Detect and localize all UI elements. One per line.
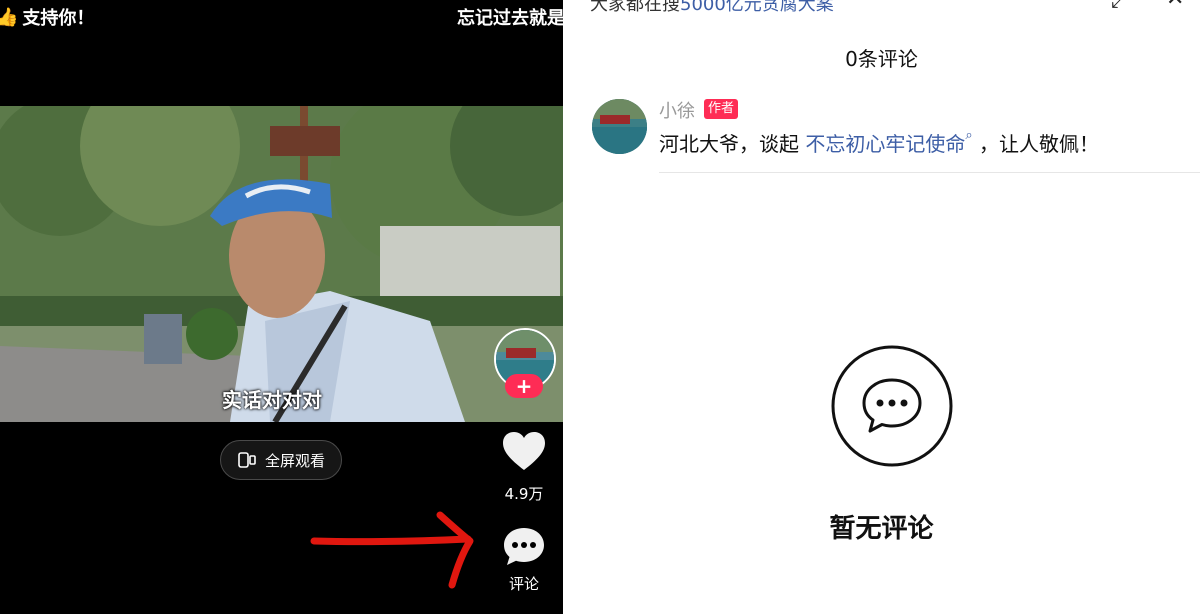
video-frame[interactable] [0, 106, 563, 422]
red-arrow-annotation [310, 511, 474, 589]
author-comment-text: 河北大爷，谈起 不忘初心牢记使命⌕ ，让人敬佩！ [659, 128, 1099, 157]
author-name[interactable]: 小徐 [659, 97, 695, 123]
author-tag-badge: 作者 [704, 99, 739, 119]
comments-panel: 大家都在搜5000亿元贪腐大案 ⤢ ✕ 0条评论 小徐 作者 河北大爷，谈起 不… [563, 0, 1200, 614]
comment-text-before: 河北大爷，谈起 [659, 132, 799, 156]
like-count: 4.9万 [504, 485, 544, 503]
close-icon[interactable]: ✕ [1166, 0, 1184, 11]
fullscreen-button[interactable]: 全屏观看 [220, 440, 342, 480]
search-suggestion-link[interactable]: 5000亿元贪腐大案 [680, 0, 834, 15]
video-subtitle: 实话对对对 [222, 388, 322, 412]
thumbs-up-icon: 👍 [0, 6, 19, 28]
search-suggestion[interactable]: 大家都在搜5000亿元贪腐大案 [590, 0, 834, 16]
fullscreen-icon [238, 452, 256, 468]
comment-count-title: 0条评论 [845, 47, 918, 71]
comment-topic-link[interactable]: 不忘初心牢记使命 [805, 132, 965, 156]
heart-icon [503, 432, 545, 470]
search-icon[interactable]: ⌕ [965, 128, 972, 143]
comment-bubble-icon [504, 528, 544, 565]
comment-button[interactable] [502, 525, 546, 569]
video-player-panel: 👍 支持你！ 忘记过去就是 实话对对对 + 全屏观看 4.9万 评论 [0, 0, 563, 614]
author-avatar-image [592, 99, 647, 154]
divider [659, 172, 1200, 173]
empty-comments-text: 暂无评论 [829, 514, 934, 544]
author-avatar[interactable] [592, 99, 647, 154]
top-left-text: 支持你！ [22, 8, 95, 29]
search-suggestion-prefix: 大家都在搜 [590, 0, 680, 15]
top-right-caption: 忘记过去就是 [457, 8, 563, 29]
expand-icon[interactable]: ⤢ [1111, 0, 1127, 12]
top-left-caption: 👍 支持你！ [0, 4, 94, 30]
empty-comments-icon [830, 344, 954, 468]
fullscreen-label: 全屏观看 [264, 451, 325, 470]
video-scene-image [0, 106, 563, 422]
follow-plus-button[interactable]: + [505, 374, 543, 398]
like-button[interactable] [500, 430, 548, 476]
comment-text-after: ，让人敬佩！ [979, 132, 1099, 156]
comment-label: 评论 [508, 575, 539, 593]
